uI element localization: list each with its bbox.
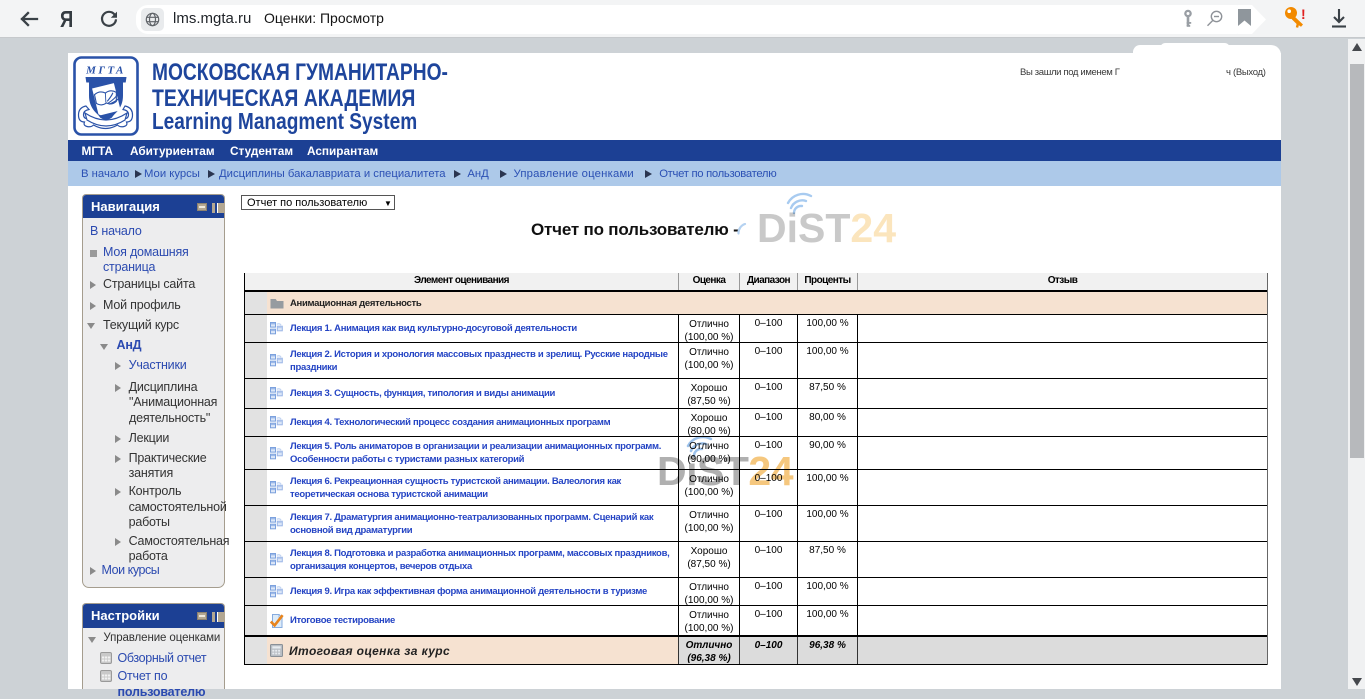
svg-text:!: !: [1301, 6, 1306, 22]
svg-text:МГТА: МГТА: [85, 65, 126, 77]
